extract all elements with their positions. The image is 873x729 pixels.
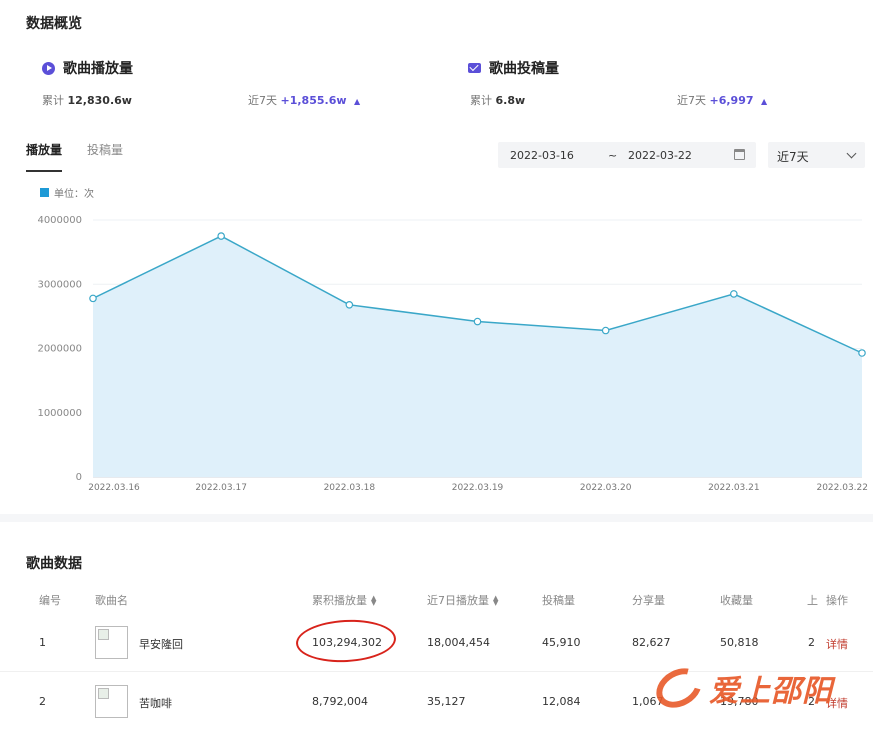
data-point [730,290,738,298]
x-tick-label: 2022.03.20 [580,483,632,493]
data-point [473,317,482,326]
song-name[interactable]: 苦咖啡 [139,695,172,711]
submission-count-title: 歌曲投稿量 [489,61,559,77]
col-total-plays-label: 累积播放量 [312,594,367,607]
legend-swatch [40,188,49,197]
start-date[interactable]: 2022-03-16 [510,149,574,162]
col-song-name: 歌曲名 [95,594,128,607]
data-point [601,326,610,335]
date-separator: ~ [608,149,618,162]
data-point [217,232,225,240]
up-triangle-icon: ▲ [761,97,768,106]
recent-label: 近7天 [677,94,706,107]
shares: 82,627 [632,636,671,649]
total-label: 累计 [470,94,492,107]
detail-link[interactable]: 详情 [826,636,848,652]
data-point [345,301,354,309]
row-number: 2 [39,695,46,708]
up-triangle-icon: ▲ [354,97,361,106]
plays-7d: 35,127 [427,695,466,708]
table-header: 编号 歌曲名 累积播放量 ▲ ▼ 近7日播放量 ▲ ▼ 投稿量 分享量 收藏量 上 操作 [0,592,873,612]
col-number: 编号 [39,594,61,607]
x-tick-label: 2022.03.18 [324,483,376,493]
submissions: 45,910 [542,636,581,649]
data-point [89,294,97,303]
col-partial: 上 [807,594,818,607]
song-name[interactable]: 早安隆回 [139,636,183,652]
x-tick-label: 2022.03.21 [708,483,760,493]
date-range-picker[interactable]: 2022-03-16 ~ 2022-03-22 [498,142,756,168]
period-select[interactable]: 近7天 [768,142,865,168]
play-count-card: 歌曲播放量 累计 12,830.6w 近7天 +1,855.6w ▲ [42,58,422,118]
recent-play-value: +1,855.6w [280,94,347,107]
y-tick-label: 2000000 [37,344,82,355]
watermark-logo: 爱上邵阳 [649,660,865,716]
x-tick-label: 2022.03.22 [816,483,868,493]
total-plays: 8,792,004 [312,695,368,708]
mail-icon [468,63,481,73]
calendar-icon[interactable] [734,149,745,160]
song-cover-image [95,685,128,718]
partial-value: 2 [808,636,815,649]
period-selected-value: 近7天 [777,150,809,164]
end-date[interactable]: 2022-03-22 [628,149,692,162]
col-plays-7d-label: 近7日播放量 [427,594,489,607]
submission-count-card: 歌曲投稿量 累计 6.8w 近7天 +6,997 ▲ [468,58,848,118]
total-label: 累计 [42,94,64,107]
play-count-title: 歌曲播放量 [63,61,133,77]
sort-icon[interactable]: ▲ ▼ [371,595,376,607]
total-play-value: 12,830.6w [67,94,132,107]
x-tick-label: 2022.03.17 [195,483,247,493]
recent-label: 近7天 [248,94,277,107]
data-point [858,349,866,357]
chevron-down-icon [846,148,857,159]
col-total-plays[interactable]: 累积播放量 ▲ ▼ [312,592,376,608]
col-plays-7d[interactable]: 近7日播放量 ▲ ▼ [427,592,498,608]
tab-play-count[interactable]: 播放量 [26,141,63,172]
col-shares: 分享量 [632,594,665,607]
plays-7d: 18,004,454 [427,636,490,649]
y-tick-label: 0 [76,472,82,483]
submissions: 12,084 [542,695,581,708]
x-tick-label: 2022.03.19 [452,483,504,493]
songs-title: 歌曲数据 [26,556,82,572]
recent-submission-value: +6,997 [709,94,754,107]
col-actions: 操作 [826,594,848,607]
favorites: 50,818 [720,636,759,649]
sort-icon[interactable]: ▲ ▼ [493,595,498,607]
chart-legend: 单位：次 [40,185,94,200]
watermark-text: 爱上邵阳 [709,674,833,709]
play-count-chart: 0 1000000 2000000 3000000 4000000 2022.03.16 2… [37,215,868,493]
series-area [93,236,862,477]
y-tick-label: 4000000 [37,215,82,226]
watermark-swirl-icon [649,660,709,716]
legend-label: 单位：次 [54,189,94,200]
play-circle-icon [42,61,55,75]
x-tick-label: 2022.03.16 [88,483,140,493]
y-tick-label: 1000000 [37,408,82,419]
y-tick-label: 3000000 [37,279,82,290]
row-number: 1 [39,636,46,649]
overview-title: 数据概览 [26,16,82,32]
total-submission-value: 6.8w [495,94,526,107]
tab-submission-count[interactable]: 投稿量 [87,141,123,158]
section-divider [0,514,873,522]
song-cover-image [95,626,128,659]
col-submissions: 投稿量 [542,594,575,607]
col-favorites: 收藏量 [720,594,753,607]
